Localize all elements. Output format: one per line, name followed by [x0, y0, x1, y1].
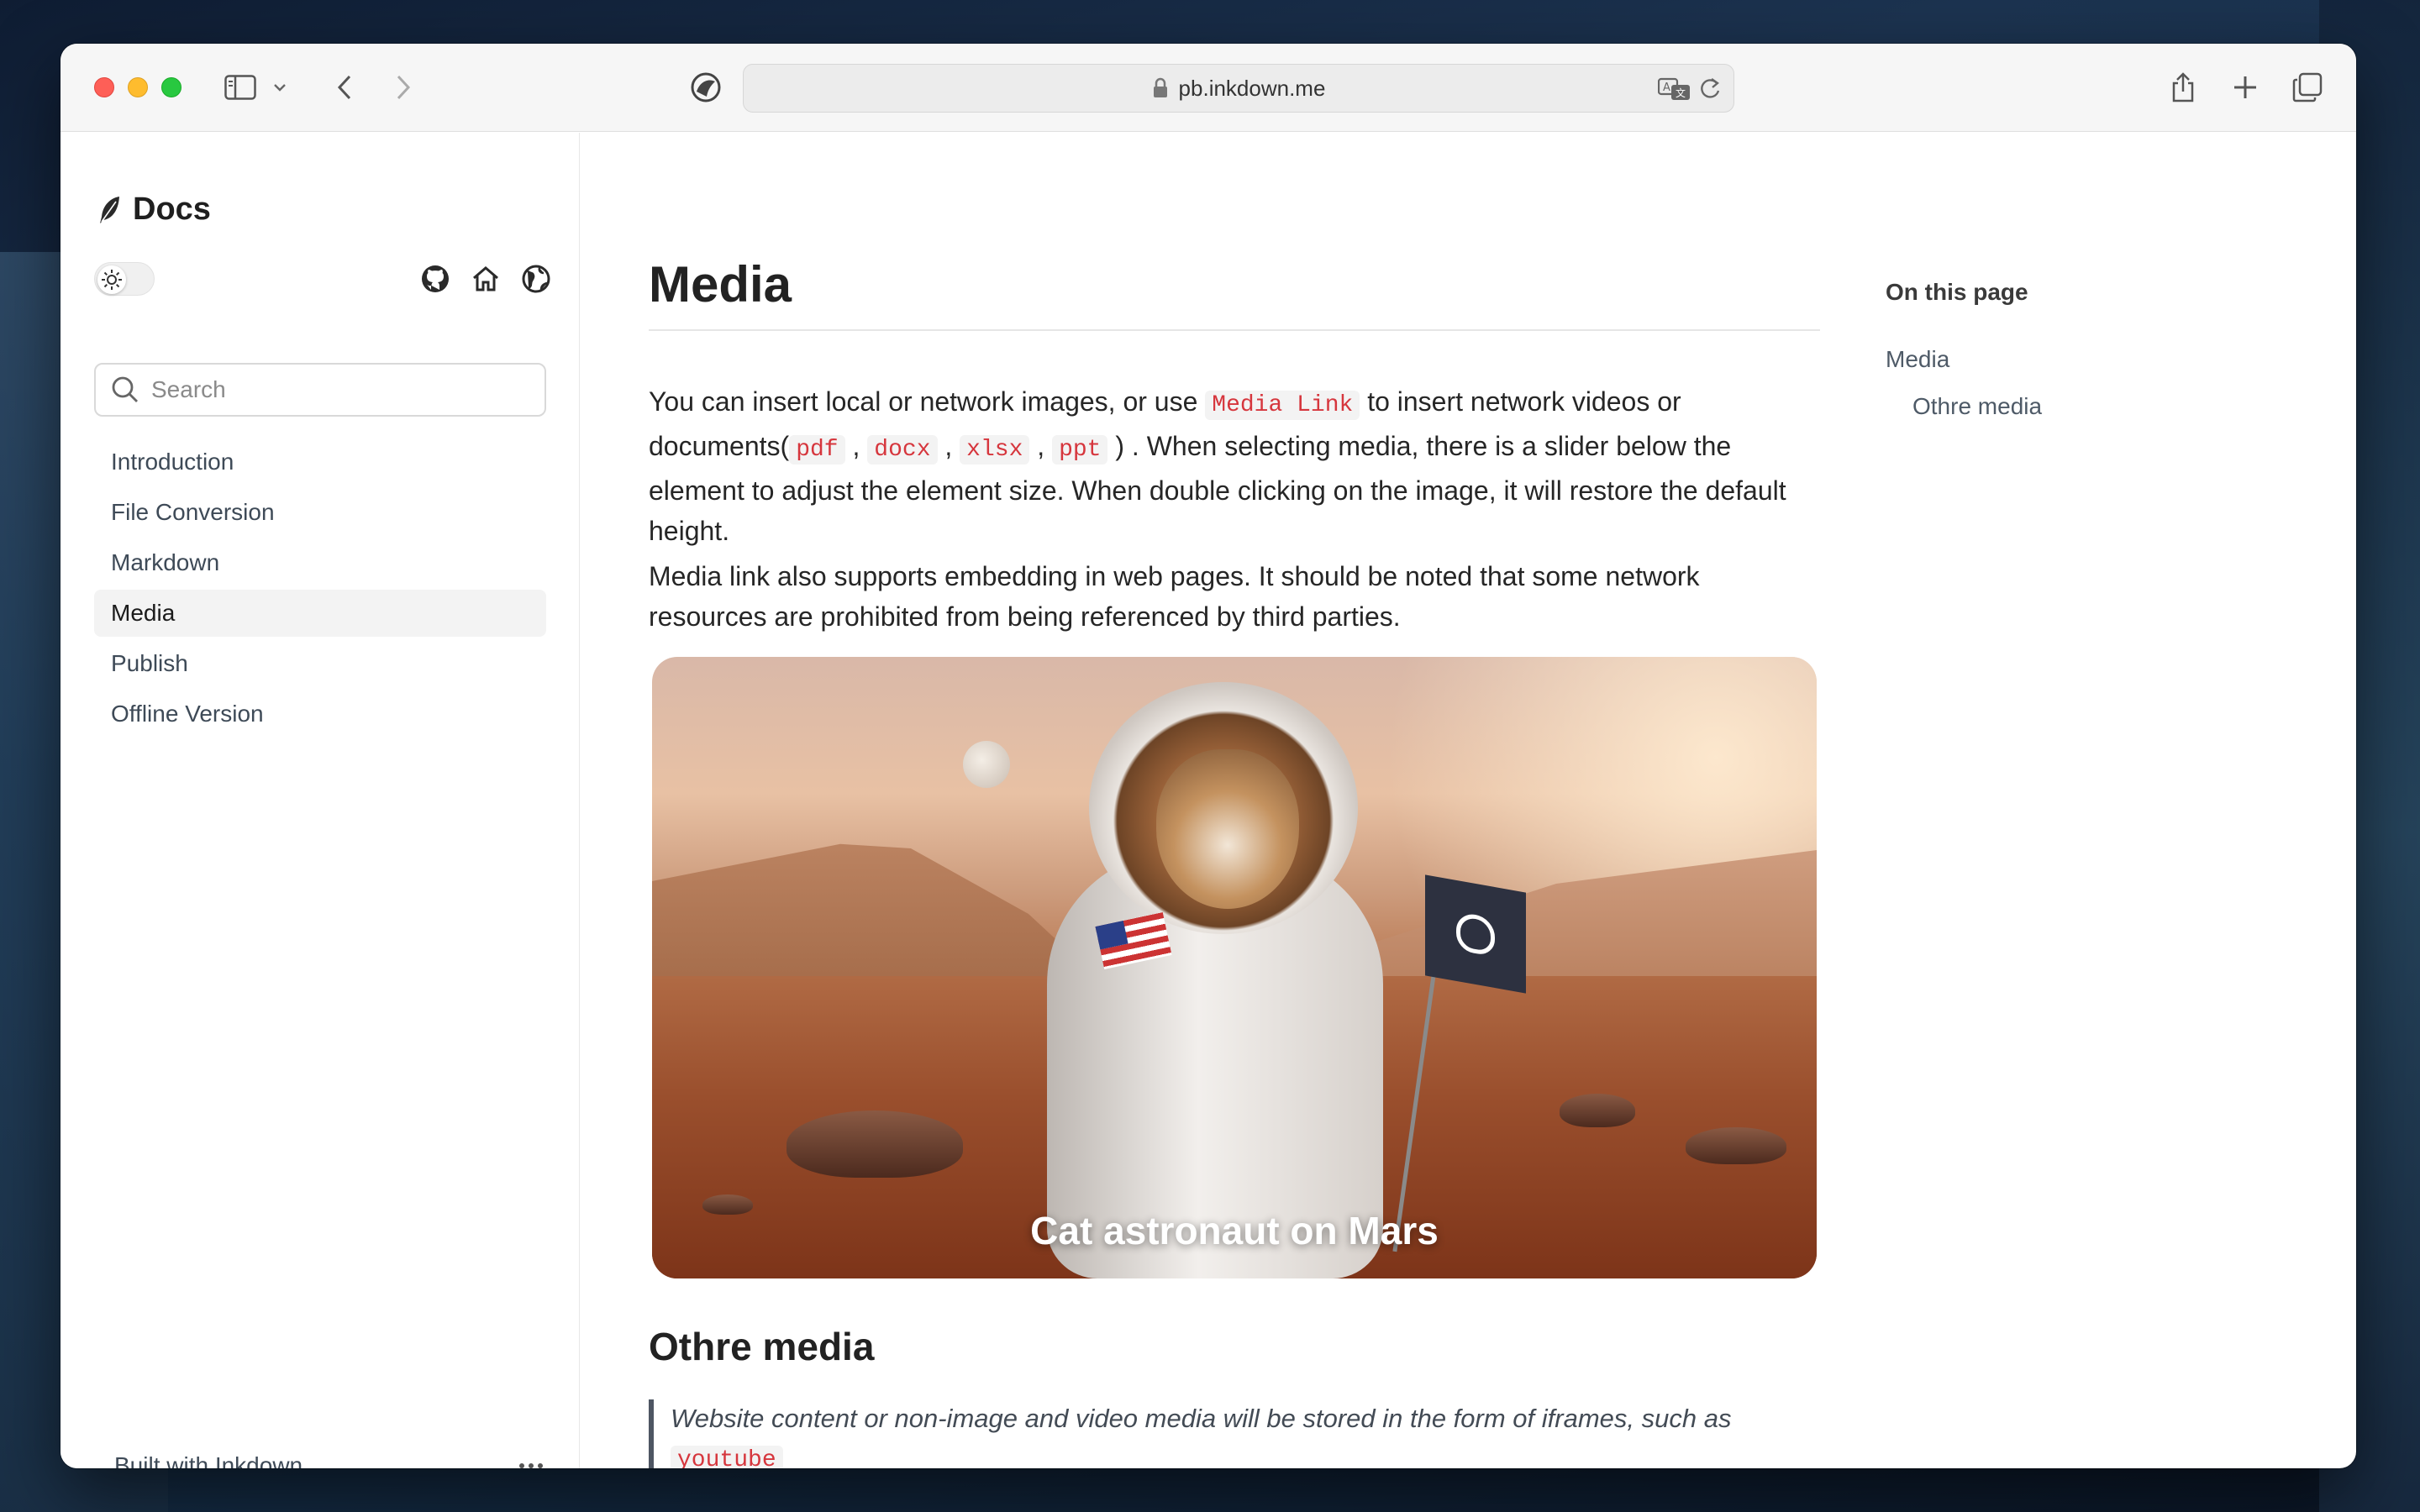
moon-illustration	[963, 741, 1010, 788]
search-icon	[112, 376, 138, 402]
translate-icon[interactable]: A文	[1658, 75, 1691, 103]
article-content: Media You can insert local or network im…	[649, 133, 1881, 1468]
privacy-shield-icon[interactable]	[687, 69, 724, 106]
embed-paragraph: Media link also supports embedding in we…	[649, 561, 1700, 632]
minimize-window-button[interactable]	[128, 77, 148, 97]
sun-icon	[97, 265, 126, 294]
code-media-link: Media Link	[1205, 391, 1360, 420]
sidebar-icon[interactable]	[222, 69, 259, 106]
sidebar-nav: Introduction File Conversion Markdown Me…	[94, 438, 546, 741]
reload-icon[interactable]	[1698, 75, 1722, 103]
globe-icon[interactable]	[516, 259, 556, 299]
chevron-right-icon[interactable]	[385, 69, 422, 106]
sidebar-item-offline-version[interactable]: Offline Version	[94, 690, 546, 738]
search-input[interactable]	[151, 376, 504, 403]
feather-icon	[100, 196, 119, 223]
cat-astronaut-image[interactable]: Cat astronaut on Mars	[652, 657, 1817, 1278]
plus-icon[interactable]	[2227, 69, 2264, 106]
docs-sidebar: Docs Introduction File Conversion	[60, 133, 580, 1468]
toc-item-othre-media[interactable]: Othre media	[1912, 393, 2042, 420]
sidebar-item-file-conversion[interactable]: File Conversion	[94, 489, 546, 536]
share-icon[interactable]	[2165, 69, 2202, 106]
image-caption: Cat astronaut on Mars	[1030, 1209, 1439, 1252]
sidebar-item-markdown[interactable]: Markdown	[94, 539, 546, 586]
sidebar-links	[405, 259, 556, 299]
sidebar-item-publish[interactable]: Publish	[94, 640, 546, 687]
address-bar[interactable]: pb.inkdown.me A文	[743, 64, 1734, 113]
toc-title: On this page	[1886, 279, 2028, 305]
more-icon[interactable]	[515, 1463, 543, 1468]
sidebar-item-introduction[interactable]: Introduction	[94, 438, 546, 486]
chevron-left-icon[interactable]	[326, 69, 363, 106]
chevron-down-icon[interactable]	[267, 69, 292, 106]
paw-flag-illustration	[1425, 874, 1526, 994]
blockquote: Website content or non-image and video m…	[649, 1399, 1820, 1468]
page-title: Media	[649, 257, 1820, 331]
code-docx: docx	[867, 435, 938, 465]
theme-toggle[interactable]	[94, 262, 155, 296]
svg-text:文: 文	[1676, 87, 1686, 99]
github-icon[interactable]	[415, 259, 455, 299]
close-window-button[interactable]	[94, 77, 114, 97]
section-heading-othre-media: Othre media	[649, 1325, 875, 1368]
address-url: pb.inkdown.me	[1178, 75, 1326, 101]
lock-icon	[1153, 77, 1167, 97]
code-xlsx: xlsx	[960, 435, 1030, 465]
home-icon[interactable]	[466, 259, 506, 299]
built-with-link[interactable]: Built with Inkdown	[114, 1452, 302, 1468]
sidebar-footer: Built with Inkdown	[114, 1445, 543, 1468]
zoom-window-button[interactable]	[161, 77, 182, 97]
browser-toolbar: pb.inkdown.me A文	[60, 44, 2356, 132]
intro-paragraph: You can insert local or network images, …	[649, 386, 1786, 546]
tabs-overview-icon[interactable]	[2289, 69, 2326, 106]
brand-name: Docs	[133, 192, 211, 227]
search-box[interactable]	[94, 363, 546, 417]
table-of-contents: On this page Media Othre media	[1886, 133, 2306, 637]
code-ppt: ppt	[1052, 435, 1108, 465]
sidebar-item-media[interactable]: Media	[94, 590, 546, 637]
code-youtube: youtube	[671, 1446, 783, 1468]
brand[interactable]: Docs	[97, 192, 211, 228]
toc-item-media[interactable]: Media	[1886, 346, 1949, 373]
browser-window: pb.inkdown.me A文 Docs Search Introductio…	[60, 44, 2356, 1468]
code-pdf: pdf	[789, 435, 845, 465]
svg-text:A: A	[1663, 81, 1670, 94]
